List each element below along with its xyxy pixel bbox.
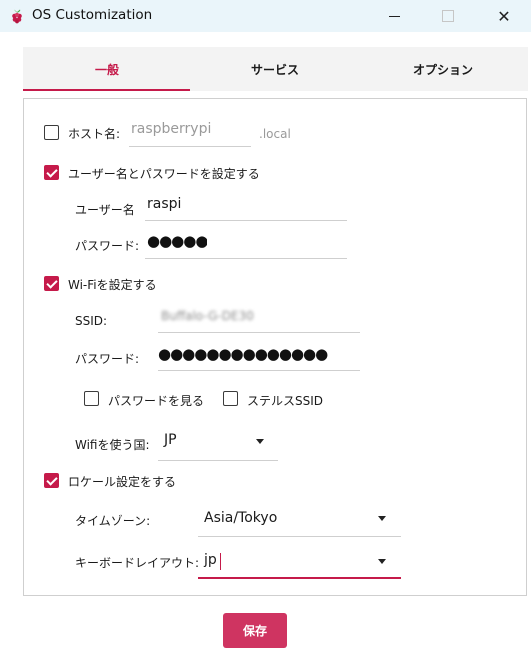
wifi-country-select[interactable]: JP xyxy=(164,432,177,448)
timezone-underline xyxy=(198,536,401,537)
close-icon: ✕ xyxy=(497,6,511,26)
show-password-label: パスワードを見る xyxy=(108,394,205,408)
keyboard-layout-underline xyxy=(198,577,401,579)
ssid-input[interactable]: Buffalo-G-DE30 xyxy=(161,309,254,323)
user-password-underline xyxy=(145,258,347,259)
raspberry-pi-icon xyxy=(12,9,22,24)
show-password-checkbox[interactable] xyxy=(84,391,99,406)
minimize-button[interactable] xyxy=(371,0,417,32)
close-button[interactable]: ✕ xyxy=(481,0,527,32)
minimize-icon xyxy=(388,15,400,17)
chevron-down-icon xyxy=(378,559,386,564)
tab-bar: 一般 サービス オプション xyxy=(23,47,528,91)
wifi-password-label: パスワード: xyxy=(75,352,140,366)
tab-services[interactable]: サービス xyxy=(191,47,359,91)
ssid-underline xyxy=(158,332,360,333)
title-bar: OS Customization ✕ xyxy=(0,0,531,32)
tab-general[interactable]: 一般 xyxy=(23,47,191,91)
stealth-ssid-checkbox[interactable] xyxy=(223,391,238,406)
stealth-ssid-label: ステルスSSID xyxy=(247,394,324,408)
hostname-label: ホスト名: xyxy=(68,127,121,141)
hostname-suffix: .local xyxy=(259,127,291,141)
user-password-label: パスワード: xyxy=(75,239,140,253)
set-user-checkbox[interactable] xyxy=(44,165,59,180)
wifi-password-underline xyxy=(158,370,360,371)
ssid-label: SSID: xyxy=(75,314,108,328)
username-label: ユーザー名 xyxy=(75,203,135,217)
set-wifi-checkbox[interactable] xyxy=(44,276,59,291)
text-cursor xyxy=(220,553,221,570)
active-tab-indicator xyxy=(23,89,190,91)
hostname-checkbox[interactable] xyxy=(44,125,59,140)
username-input[interactable]: raspi xyxy=(147,196,181,212)
chevron-down-icon xyxy=(256,439,264,444)
window-title: OS Customization xyxy=(32,7,153,23)
maximize-button[interactable] xyxy=(425,0,471,32)
maximize-icon xyxy=(442,10,454,22)
wifi-country-underline xyxy=(158,460,278,461)
tab-options[interactable]: オプション xyxy=(359,47,527,91)
user-password-input[interactable]: ●●●●● xyxy=(147,232,207,250)
set-wifi-label: Wi-Fiを設定する xyxy=(68,278,157,292)
wifi-password-input[interactable]: ●●●●●●●●●●●●●● xyxy=(158,345,360,363)
keyboard-layout-label: キーボードレイアウト: xyxy=(75,556,200,570)
hostname-underline xyxy=(129,146,251,147)
chevron-down-icon xyxy=(378,516,386,521)
set-user-label: ユーザー名とパスワードを設定する xyxy=(68,167,260,181)
keyboard-layout-select[interactable]: jp xyxy=(204,552,217,568)
set-locale-checkbox[interactable] xyxy=(44,473,59,488)
username-underline xyxy=(145,220,347,221)
wifi-country-label: Wifiを使う国: xyxy=(75,438,150,452)
timezone-label: タイムゾーン: xyxy=(75,514,151,528)
save-button[interactable]: 保存 xyxy=(223,613,287,648)
set-locale-label: ロケール設定をする xyxy=(68,475,177,489)
timezone-select[interactable]: Asia/Tokyo xyxy=(204,510,277,526)
hostname-input[interactable]: raspberrypi xyxy=(131,121,211,137)
